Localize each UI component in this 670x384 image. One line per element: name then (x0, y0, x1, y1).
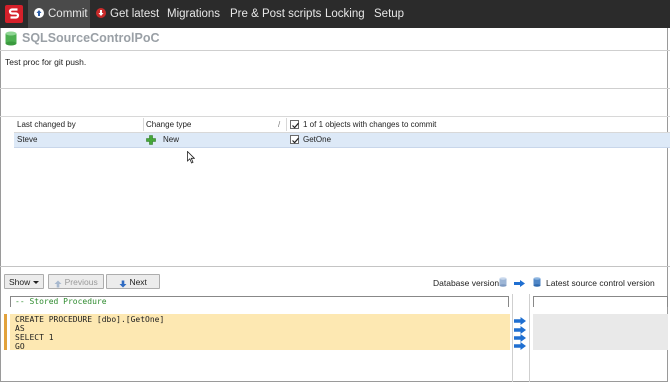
database-icon (5, 31, 17, 46)
source-code-header-box (533, 296, 668, 307)
cell-last-changed-by: Steve (17, 135, 38, 144)
column-divider (286, 118, 287, 131)
commit-up-arrow-icon (34, 7, 44, 18)
code-line: GO (15, 342, 25, 351)
chevron-down-icon (33, 275, 39, 295)
tab-commit[interactable]: Commit (28, 0, 90, 28)
column-last-changed-by[interactable]: Last changed by (17, 117, 76, 132)
code-line: CREATE PROCEDURE [dbo].[GetOne] (15, 315, 165, 324)
tab-commit-label: Commit (48, 8, 88, 20)
next-button[interactable]: Next (106, 274, 160, 289)
show-dropdown[interactable]: Show (4, 274, 44, 289)
change-marker (4, 314, 7, 350)
diff-arrow-icon[interactable] (514, 342, 526, 350)
commit-message-input[interactable]: Test proc for git push. (5, 57, 86, 67)
tab-get-latest[interactable]: Get latest (96, 0, 159, 28)
up-arrow-icon (54, 278, 62, 288)
database-cylinder-icon (499, 277, 507, 287)
tab-get-latest-label: Get latest (110, 8, 160, 20)
changes-grid-header: Last changed by Change type / 1 of 1 obj… (14, 117, 670, 133)
page-title: SQLSourceControlPoC (22, 31, 160, 45)
tab-locking[interactable]: Locking (325, 0, 365, 28)
code-line: -- Stored Procedure (15, 297, 107, 306)
diff-arrow-icon[interactable] (514, 334, 526, 342)
database-version-label: Database version (433, 278, 500, 288)
source-control-empty-area (533, 314, 668, 350)
source-control-cylinder-icon (533, 277, 541, 287)
source-control-version-label: Latest source control version (546, 278, 655, 288)
tab-pre-post-scripts[interactable]: Pre & Post scripts (230, 0, 321, 28)
code-line: SELECT 1 (15, 333, 54, 342)
tab-setup[interactable]: Setup (374, 0, 404, 28)
top-navigation-bar: Commit Get latest Migrations Pre & Post … (0, 0, 670, 28)
show-dropdown-label: Show (9, 277, 31, 287)
diff-arrow-icon[interactable] (514, 326, 526, 334)
table-row[interactable]: Steve New GetOne (14, 133, 670, 148)
next-button-label: Next (129, 277, 147, 287)
select-all-checkbox[interactable] (290, 120, 299, 129)
previous-button[interactable]: Previous (48, 274, 104, 289)
code-line: AS (15, 324, 25, 333)
cell-object-name: GetOne (303, 135, 332, 144)
down-arrow-icon (119, 278, 127, 288)
add-plus-icon (146, 135, 156, 145)
mouse-cursor-icon (187, 150, 196, 164)
column-divider (143, 118, 144, 131)
get-latest-down-arrow-icon (96, 7, 106, 18)
right-arrow-icon (514, 279, 525, 287)
tab-migrations[interactable]: Migrations (167, 0, 220, 28)
diff-arrow-icon[interactable] (514, 317, 526, 325)
divider (0, 88, 670, 89)
previous-button-label: Previous (64, 277, 98, 287)
pane-splitter[interactable] (0, 266, 670, 267)
row-commit-checkbox[interactable] (290, 135, 299, 144)
cell-change-type: New (163, 135, 180, 144)
column-sort-separator: / (278, 120, 281, 129)
divider (0, 50, 670, 51)
column-objects-to-commit[interactable]: 1 of 1 objects with changes to commit (303, 117, 436, 132)
column-change-type[interactable]: Change type (146, 117, 191, 132)
sql-source-control-logo-icon (5, 5, 23, 23)
